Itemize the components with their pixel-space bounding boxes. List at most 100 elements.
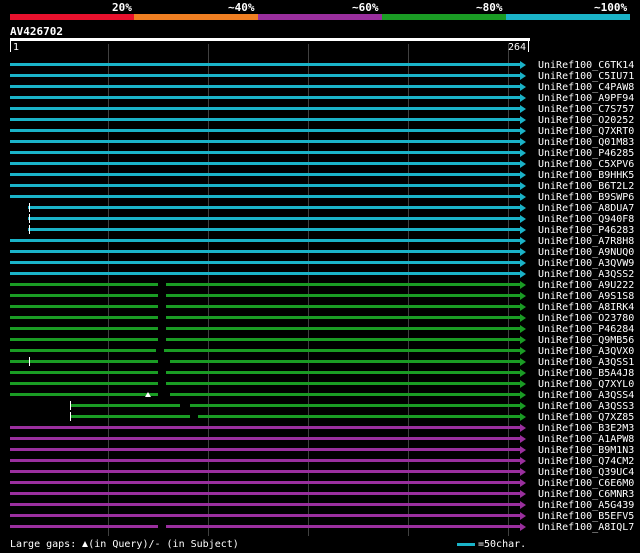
hit-alignment-bar[interactable] [10, 184, 520, 187]
hit-label[interactable]: UniRef100_A5G439 [538, 500, 634, 511]
color-bar-segment [382, 14, 506, 20]
hit-label[interactable]: UniRef100_P46285 [538, 148, 634, 159]
hit-label[interactable]: UniRef100_A9PF94 [538, 93, 634, 104]
hit-alignment-bar[interactable] [10, 382, 520, 385]
hit-alignment-bar[interactable] [10, 239, 520, 242]
hit-label[interactable]: UniRef100_A9S1S8 [538, 291, 634, 302]
hit-label[interactable]: UniRef100_A1APW8 [538, 434, 634, 445]
hit-alignment-bar[interactable] [10, 481, 520, 484]
hit-label[interactable]: UniRef100_A3QSS4 [538, 390, 634, 401]
hit-alignment-bar[interactable] [10, 525, 520, 528]
hit-label[interactable]: UniRef100_A3QVX0 [538, 346, 634, 357]
hit-label[interactable]: UniRef100_C6MNR3 [538, 489, 634, 500]
hit-arrow-icon [520, 368, 526, 377]
hit-label[interactable]: UniRef100_P46284 [538, 324, 634, 335]
hit-alignment-bar[interactable] [10, 305, 520, 308]
hit-label[interactable]: UniRef100_B3E2M3 [538, 423, 634, 434]
hit-alignment-bar[interactable] [10, 448, 520, 451]
hit-alignment-bar[interactable] [10, 173, 520, 176]
hit-alignment-bar[interactable] [10, 272, 520, 275]
hit-arrow-icon [520, 412, 526, 421]
scale-end-tick [528, 41, 529, 52]
hit-label[interactable]: UniRef100_A8IQL7 [538, 522, 634, 533]
hit-label[interactable]: UniRef100_C7S757 [538, 104, 634, 115]
hit-label[interactable]: UniRef100_Q7XRT0 [538, 126, 634, 137]
hit-alignment-bar[interactable] [10, 327, 520, 330]
hit-alignment-bar[interactable] [10, 503, 520, 506]
hit-label[interactable]: UniRef100_B5EFV5 [538, 511, 634, 522]
subject-gap-mark [158, 392, 170, 397]
hit-label[interactable]: UniRef100_Q7XZ85 [538, 412, 634, 423]
hit-alignment-bar[interactable] [70, 404, 520, 407]
hit-label[interactable]: UniRef100_Q39UC4 [538, 467, 634, 478]
hit-arrow-icon [520, 390, 526, 399]
query-id: AV426702 [10, 25, 63, 38]
hit-label[interactable]: UniRef100_P46283 [538, 225, 634, 236]
hit-alignment-bar[interactable] [10, 316, 520, 319]
color-bar-segment [134, 14, 258, 20]
hit-label[interactable]: UniRef100_A9NUQ0 [538, 247, 634, 258]
hit-label[interactable]: UniRef100_A3QSS3 [538, 401, 634, 412]
hit-label[interactable]: UniRef100_B9SWP6 [538, 192, 634, 203]
subject-gap-mark [158, 326, 166, 331]
hit-label[interactable]: UniRef100_Q74CM2 [538, 456, 634, 467]
hit-alignment-bar[interactable] [10, 426, 520, 429]
hit-label[interactable]: UniRef100_C4PAW8 [538, 82, 634, 93]
hit-label[interactable]: UniRef100_A7R8H8 [538, 236, 634, 247]
hit-arrow-icon [520, 478, 526, 487]
hit-alignment-bar[interactable] [10, 151, 520, 154]
hit-alignment-bar[interactable] [10, 492, 520, 495]
hit-alignment-bar[interactable] [10, 349, 520, 352]
hit-label[interactable]: UniRef100_C5IU71 [538, 71, 634, 82]
hit-alignment-bar[interactable] [28, 206, 520, 209]
hit-label[interactable]: UniRef100_Q9MB56 [538, 335, 634, 346]
hit-label[interactable]: UniRef100_A3QSS1 [538, 357, 634, 368]
hit-label[interactable]: UniRef100_B9M1N3 [538, 445, 634, 456]
hit-label[interactable]: UniRef100_C6E6M0 [538, 478, 634, 489]
hit-label[interactable]: UniRef100_Q7XYL0 [538, 379, 634, 390]
hit-label[interactable]: UniRef100_B5A4J8 [538, 368, 634, 379]
hit-alignment-bar[interactable] [10, 459, 520, 462]
hit-alignment-bar[interactable] [10, 140, 520, 143]
hit-alignment-bar[interactable] [10, 261, 520, 264]
hit-alignment-bar[interactable] [10, 107, 520, 110]
hit-alignment-bar[interactable] [10, 129, 520, 132]
hit-alignment-bar[interactable] [10, 514, 520, 517]
hit-label[interactable]: UniRef100_C5XPV6 [538, 159, 634, 170]
hit-alignment-bar[interactable] [10, 85, 520, 88]
hit-alignment-bar[interactable] [10, 283, 520, 286]
hit-alignment-bar[interactable] [28, 217, 520, 220]
hit-alignment-bar[interactable] [10, 470, 520, 473]
hit-label[interactable]: UniRef100_C6TK14 [538, 60, 634, 71]
hit-alignment-bar[interactable] [10, 371, 520, 374]
color-bar-segment [258, 14, 382, 20]
hit-label[interactable]: UniRef100_A9U222 [538, 280, 634, 291]
hit-label[interactable]: UniRef100_O23780 [538, 313, 634, 324]
query-scale-bar [10, 38, 530, 41]
hit-label[interactable]: UniRef100_Q940F8 [538, 214, 634, 225]
hit-alignment-bar[interactable] [10, 338, 520, 341]
hit-alignment-bar[interactable] [10, 63, 520, 66]
hit-label[interactable]: UniRef100_A8DUA7 [538, 203, 634, 214]
hit-alignment-bar[interactable] [10, 294, 520, 297]
hit-alignment-bar[interactable] [10, 162, 520, 165]
hit-label[interactable]: UniRef100_O20252 [538, 115, 634, 126]
hit-alignment-bar[interactable] [28, 228, 520, 231]
hit-alignment-bar[interactable] [10, 360, 520, 363]
hit-alignment-bar[interactable] [70, 415, 520, 418]
hit-label[interactable]: UniRef100_B9HHK5 [538, 170, 634, 181]
hit-alignment-bar[interactable] [10, 393, 520, 396]
hit-alignment-bar[interactable] [10, 195, 520, 198]
hit-alignment-bar[interactable] [10, 74, 520, 77]
hit-label[interactable]: UniRef100_A8IRK4 [538, 302, 634, 313]
color-bar-segment [506, 14, 630, 20]
hit-label[interactable]: UniRef100_A3QVW9 [538, 258, 634, 269]
hit-alignment-bar[interactable] [10, 118, 520, 121]
hit-label[interactable]: UniRef100_A3QSS2 [538, 269, 634, 280]
hit-alignment-bar[interactable] [10, 437, 520, 440]
hit-label[interactable]: UniRef100_B6T2L2 [538, 181, 634, 192]
hit-alignment-bar[interactable] [10, 250, 520, 253]
hit-label[interactable]: UniRef100_Q01M83 [538, 137, 634, 148]
identity-color-bar [10, 14, 630, 20]
hit-alignment-bar[interactable] [10, 96, 520, 99]
